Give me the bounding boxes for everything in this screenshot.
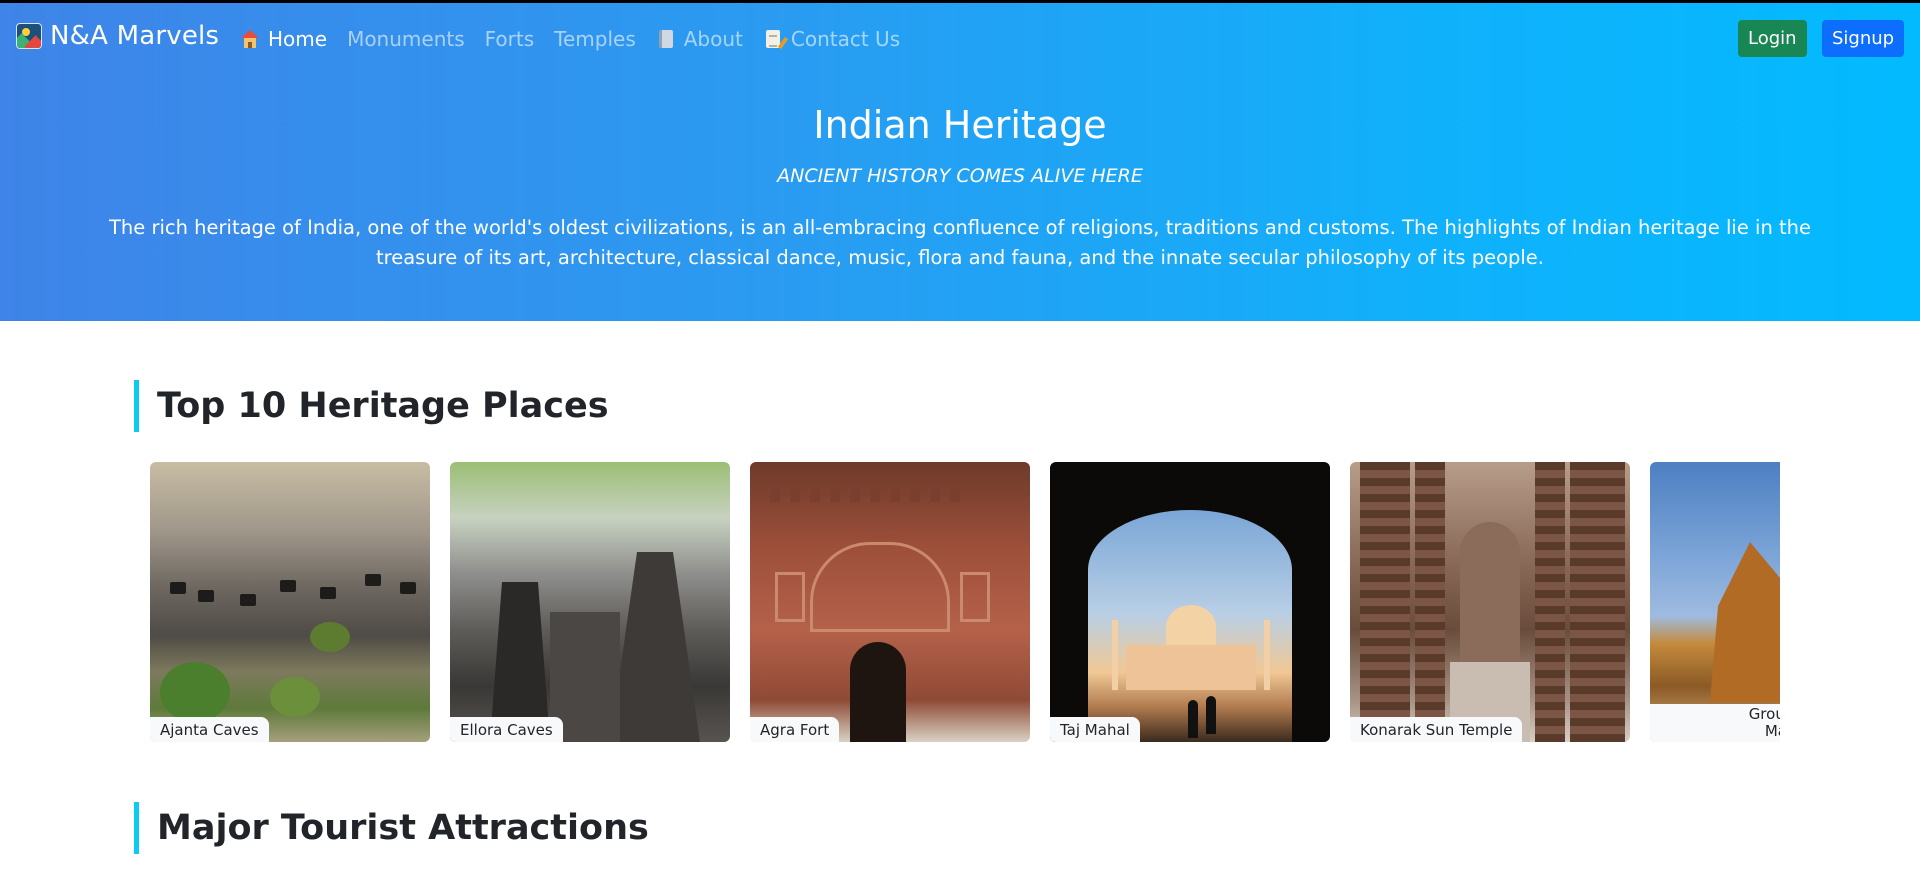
nav-item-label: Temples [554,27,636,51]
group-of-monuments-image [1650,462,1780,742]
ajanta-caves-image [150,462,430,742]
place-caption: Taj Mahal [1050,717,1140,742]
section-title-attractions: Major Tourist Attractions [134,802,834,854]
konark-sun-temple-image [1350,462,1630,742]
nav-item-temples[interactable]: Temples [554,27,636,51]
place-caption: Konarak Sun Temple [1350,717,1523,742]
brand-logo-icon [16,23,42,49]
place-card-agra-fort[interactable]: Agra Fort [750,462,1030,742]
nav-item-monuments[interactable]: Monuments [347,27,465,51]
nav-item-label: About [683,27,743,51]
navbar: N&A Marvels Home Monuments Forts Temples… [0,3,1920,73]
nav-item-label: Monuments [347,27,465,51]
hero-subtitle: ANCIENT HISTORY COMES ALIVE HERE [777,165,1143,187]
ellora-caves-image [450,462,730,742]
hero-banner: N&A Marvels Home Monuments Forts Temples… [0,3,1920,321]
place-caption: Ajanta Caves [150,717,269,742]
nav-item-contact[interactable]: Contact Us [763,27,900,51]
place-card-konark[interactable]: Konarak Sun Temple [1350,462,1630,742]
place-caption: Agra Fort [750,717,840,742]
brand-link[interactable]: N&A Marvels [16,21,219,51]
place-card-taj-mahal[interactable]: Taj Mahal [1050,462,1330,742]
page-title: Indian Heritage [813,103,1107,147]
agra-fort-image [750,462,1030,742]
nav-item-label: Contact Us [790,27,901,51]
taj-mahal-image [1050,462,1330,742]
place-caption: Group of M Mahab [1650,704,1780,742]
nav-item-label: Forts [484,27,535,51]
nav-item-forts[interactable]: Forts [485,27,535,51]
place-card-mahabalipuram[interactable]: Group of M Mahab [1650,462,1780,742]
nav-item-about[interactable]: About [656,27,743,51]
brand-name: N&A Marvels [50,21,220,51]
login-button[interactable]: Login [1738,20,1807,57]
nav-item-label: Home [268,27,328,51]
hero-description: The rich heritage of India, one of the w… [108,216,1812,269]
nav-menu: Home Monuments Forts Temples About Conta… [240,27,900,51]
place-caption: Ellora Caves [450,717,563,742]
house-icon [240,29,260,49]
place-card-ellora[interactable]: Ellora Caves [450,462,730,742]
signup-button[interactable]: Signup [1822,20,1905,57]
memo-icon [763,29,788,50]
book-icon [656,29,676,49]
section-title-top-places: Top 10 Heritage Places [134,380,834,432]
nav-item-home[interactable]: Home [240,27,327,51]
place-card-ajanta[interactable]: Ajanta Caves [150,462,430,742]
heritage-carousel[interactable]: Ajanta Caves Ellora Caves Agra Fort Taj … [150,462,1780,742]
